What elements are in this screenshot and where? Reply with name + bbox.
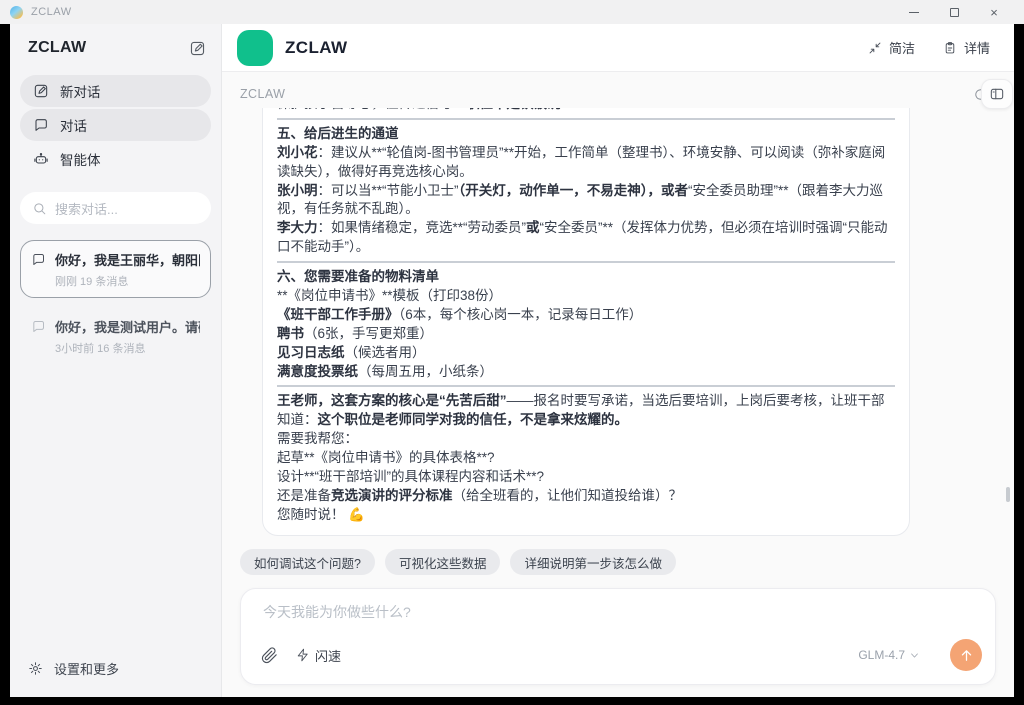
sidebar-item-1[interactable]: 对话 [20,109,211,141]
main-panel: ZCLAW 简洁 详情 ZCLAW 保护孩子自尊心，但传递信号： [222,24,1014,697]
chat-icon [31,319,46,334]
quick-mode-button[interactable]: 闪速 [296,646,341,665]
compose-icon [33,83,49,99]
message-line: 《班干部工作手册》（6本，每个核心岗一本，记录每日工作） [277,306,895,325]
message-divider [277,261,895,263]
robot-icon [33,151,49,167]
chat-icon [33,117,49,133]
panel-toggle-button[interactable] [981,79,1013,109]
message-line: 需要我帮您： [277,430,895,449]
message-line: 您随时说！ 💪 [277,506,895,525]
close-button[interactable]: × [974,0,1014,24]
settings-button[interactable]: 设置和更多 [10,645,221,697]
clipboard-icon [943,41,957,55]
brand-name: ZCLAW [285,38,347,58]
message-line: 设计**“班干部培训”的具体课程内容和话术**? [277,468,895,487]
search-icon [32,201,47,216]
chevron-down-icon [909,650,920,661]
message-line: 刘小花：建议从**“轮值岗-图书管理员”**开始，工作简单（整理书）、环境安静、… [277,144,895,182]
search-placeholder: 搜索对话... [55,199,118,218]
message-line: 李大力：如果情绪稳定，竞选**“劳动委员”或“安全委员”**（发挥体力优势，但必… [277,219,895,257]
message-line: 王老师，这套方案的核心是“先苦后甜”——报名时要写承诺，当选后要培训，上岗后要考… [277,392,895,430]
sidebar-item-label: 智能体 [60,149,101,169]
window-controls: × [894,0,1014,24]
minimize-button[interactable] [894,0,934,24]
collapse-icon [868,41,882,55]
send-button[interactable] [950,639,982,671]
message-line: 起草**《岗位申请书》的具体表格**? [277,449,895,468]
new-chat-compose-icon[interactable] [189,40,206,57]
lightning-icon [296,648,310,662]
message-line: 保护孩子自尊心，但传递信号：职位不是铁饭碗 [277,108,895,114]
sidebar-item-label: 新对话 [60,81,101,101]
scrollbar-thumb[interactable] [1006,487,1010,502]
message-line: 六、您需要准备的物料清单 [277,268,895,287]
suggestion-chip[interactable]: 详细说明第一步该怎么做 [510,549,676,575]
gear-icon [28,661,43,676]
conversation-item[interactable]: 你好，我是王丽华，朝阳区... 刚刚 19 条消息 [20,240,211,298]
settings-label: 设置和更多 [54,659,119,678]
message-line: 张小明：可以当**“节能小卫士”（开关灯，动作单一，不易走神），或者“安全委员助… [277,182,895,220]
composer[interactable]: 今天我能为你做些什么? 闪速 GLM-4.7 [240,588,996,685]
composer-toolbar: 闪速 GLM-4.7 [241,639,995,684]
conversation-title: 你好，我是王丽华，朝阳区... [55,250,200,269]
conversation-meta: 3小时前 16 条消息 [55,340,200,356]
minimize-icon [909,12,919,13]
message-divider [277,385,895,387]
assistant-name-label: ZCLAW [240,87,285,101]
message-content: 保护孩子自尊心，但传递信号：职位不是铁饭碗五、给后进生的通道刘小花：建议从**“… [277,108,895,525]
conversation-list: 你好，我是王丽华，朝阳区... 刚刚 19 条消息你好，我是测试用户。请确... 3… [20,240,211,365]
chat-tools [973,79,1013,109]
maximize-button[interactable] [934,0,974,24]
brand-logo-icon [237,30,273,66]
composer-placeholder: 今天我能为你做些什么? [241,589,995,622]
details-label: 详情 [964,38,990,57]
close-icon: × [990,6,998,19]
sidebar-item-2[interactable]: 智能体 [20,143,211,175]
arrow-up-icon [959,648,974,663]
message-line: 还是准备竞选演讲的评分标准（给全班看的，让他们知道投给谁）？ [277,487,895,506]
sidebar-item-0[interactable]: 新对话 [20,75,211,107]
chat-icon [31,252,46,267]
message-line: 聘书（6张，手写更郑重） [277,325,895,344]
model-name: GLM-4.7 [858,648,905,662]
details-mode-button[interactable]: 详情 [943,38,990,57]
sidebar-app-title: ZCLAW [28,39,86,57]
os-titlebar: ZCLAW × [0,0,1024,24]
attachment-paperclip-icon[interactable] [261,647,278,664]
suggestion-chip[interactable]: 如何调试这个问题? [240,549,375,575]
message-bubble: 保护孩子自尊心，但传递信号：职位不是铁饭碗五、给后进生的通道刘小花：建议从**“… [262,108,910,536]
assistant-message: 保护孩子自尊心，但传递信号：职位不是铁饭碗五、给后进生的通道刘小花：建议从**“… [262,108,910,536]
concise-mode-button[interactable]: 简洁 [868,38,915,57]
conversation-item[interactable]: 你好，我是测试用户。请确... 3小时前 16 条消息 [20,307,211,365]
quick-mode-label: 闪速 [315,646,341,665]
app-window: ZCLAW 新对话对话智能体 搜索对话... 你好，我是王丽华，朝阳区... 刚刚… [10,24,1014,697]
app-logo-icon [10,6,23,19]
suggestion-chips: 如何调试这个问题? 可视化这些数据详细说明第一步该怎么做 [240,549,676,575]
conversation-meta: 刚刚 19 条消息 [55,273,200,289]
message-line: 五、给后进生的通道 [277,125,895,144]
concise-label: 简洁 [889,38,915,57]
conversation-title: 你好，我是测试用户。请确... [55,317,200,336]
search-input[interactable]: 搜索对话... [20,192,211,224]
sidebar-nav: 新对话对话智能体 [20,75,211,175]
sidebar-header: ZCLAW [10,24,221,67]
message-line: **《岗位申请书》**模板（打印38份） [277,287,895,306]
main-header: ZCLAW 简洁 详情 [222,24,1014,72]
suggestion-chip[interactable]: 可视化这些数据 [385,549,501,575]
model-selector[interactable]: GLM-4.7 [858,648,920,662]
window-title: ZCLAW [31,6,72,18]
maximize-icon [950,8,959,17]
sidebar: ZCLAW 新对话对话智能体 搜索对话... 你好，我是王丽华，朝阳区... 刚刚… [10,24,222,697]
message-line: 见习日志纸（候选者用） [277,344,895,363]
message-divider [277,118,895,120]
chat-area: ZCLAW 保护孩子自尊心，但传递信号：职位不是铁饭碗五、给后进生的通道刘小花：… [222,72,1014,697]
message-line: 满意度投票纸（每周五用，小纸条） [277,363,895,382]
sidebar-item-label: 对话 [60,115,87,135]
header-actions: 简洁 详情 [868,38,990,57]
